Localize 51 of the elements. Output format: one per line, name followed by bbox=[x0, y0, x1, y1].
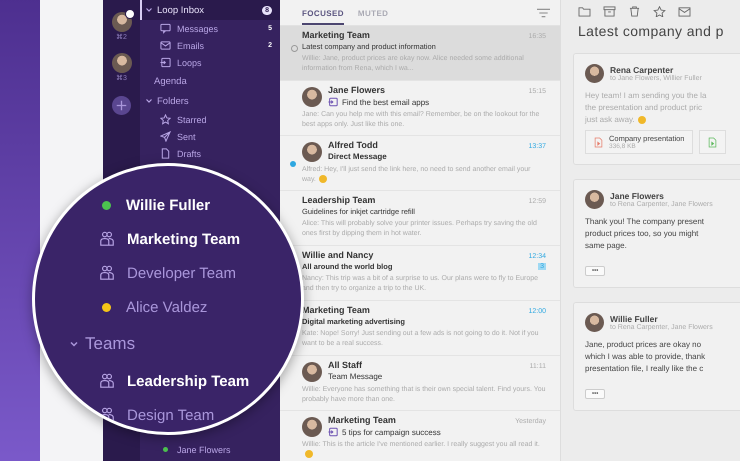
sender-name: Jane Flowers bbox=[610, 191, 665, 201]
send-icon bbox=[160, 131, 171, 142]
sender-name: Willie Fuller bbox=[610, 314, 659, 324]
sender-name: Marketing Team bbox=[302, 30, 370, 40]
mail-icon bbox=[160, 40, 171, 51]
message-subject: Direct Message bbox=[328, 152, 388, 161]
account-avatar[interactable] bbox=[112, 12, 132, 32]
email-body: Jane, product prices are okay no which I was able to provide, thank presentation file, I really like the c bbox=[585, 339, 706, 375]
team-icon bbox=[99, 373, 115, 389]
star-icon[interactable] bbox=[653, 6, 666, 17]
sidebar-item[interactable]: Sent bbox=[140, 128, 280, 145]
sender-name: Marketing Team bbox=[302, 305, 370, 315]
sender-name: Leadership Team bbox=[302, 195, 376, 205]
sender-avatar bbox=[585, 313, 604, 332]
email-body: Hey team! I am sending you the la the presentation and product pric just ask away. bbox=[585, 90, 708, 126]
team-icon bbox=[99, 407, 115, 423]
folder-icon[interactable] bbox=[578, 6, 591, 17]
sender-name: Jane Flowers bbox=[328, 85, 386, 95]
chevron-icon bbox=[69, 339, 79, 349]
chevron-icon bbox=[145, 6, 153, 14]
sender-name: Willie and Nancy bbox=[302, 250, 374, 260]
mail-icon[interactable] bbox=[678, 6, 691, 17]
sender-name: All Staff bbox=[328, 360, 362, 370]
sidebar-item[interactable]: Loops bbox=[140, 54, 280, 71]
sender-name: Marketing Team bbox=[328, 415, 396, 425]
star-icon bbox=[160, 114, 171, 125]
sender-avatar bbox=[585, 64, 604, 83]
team-icon bbox=[99, 231, 115, 247]
chat-icon bbox=[160, 23, 171, 34]
add-account-icon[interactable] bbox=[112, 96, 131, 115]
account-avatar[interactable] bbox=[112, 53, 132, 73]
archive-icon[interactable] bbox=[603, 6, 616, 17]
sender-avatar bbox=[585, 190, 604, 209]
message-subject: Find the best email apps bbox=[342, 98, 430, 106]
sidebar-item[interactable]: Agenda bbox=[140, 71, 280, 91]
chevron-icon bbox=[145, 97, 153, 105]
filter-icon[interactable] bbox=[537, 8, 550, 18]
contact-item[interactable]: Jane Flowers bbox=[140, 441, 280, 458]
sender-name: Alfred Todd bbox=[328, 140, 378, 150]
message-subject: Team Message bbox=[328, 372, 384, 381]
sidebar-item[interactable]: Starred bbox=[140, 111, 280, 128]
trash-icon[interactable] bbox=[628, 6, 641, 17]
sender-name: Rena Carpenter bbox=[610, 65, 674, 75]
email-body: Thank you! The company present product prices too, so you might same page. bbox=[585, 216, 706, 252]
loop-icon bbox=[160, 57, 171, 68]
sidebar-item[interactable]: Drafts bbox=[140, 145, 280, 162]
sidebar-item[interactable]: Folders bbox=[140, 91, 280, 111]
team-icon bbox=[99, 265, 115, 281]
file-icon bbox=[160, 148, 171, 159]
conversation-title: Latest company and p bbox=[578, 23, 725, 39]
message-subject: 5 tips for campaign success bbox=[342, 428, 442, 436]
